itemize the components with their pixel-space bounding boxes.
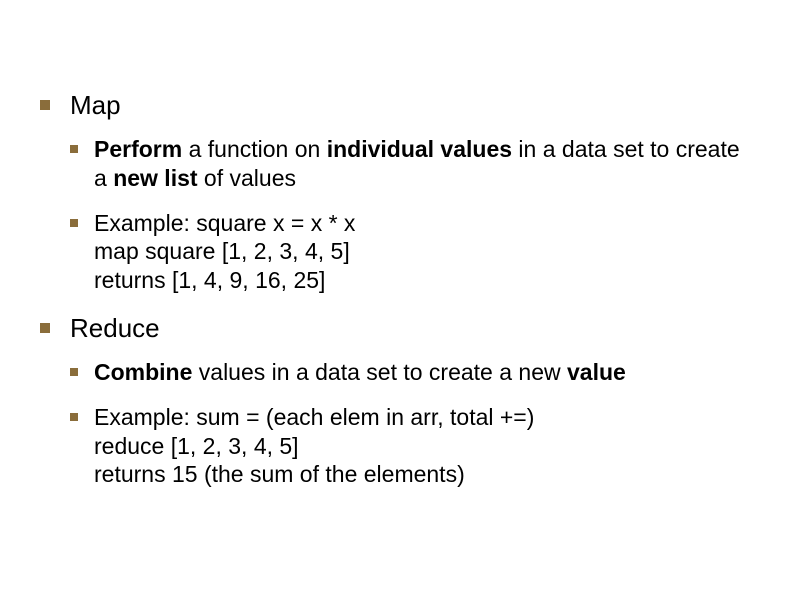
text-run: reduce [1, 2, 3, 4, 5] (94, 433, 299, 459)
square-bullet-icon (40, 100, 50, 110)
square-bullet-icon (70, 219, 78, 227)
square-bullet-icon (40, 323, 50, 333)
text-run: a function on (182, 136, 327, 162)
square-bullet-icon (70, 368, 78, 376)
square-bullet-icon (70, 145, 78, 153)
list-item: Example: square x = x * xmap square [1, … (70, 209, 754, 295)
section-heading-row: Map (40, 90, 754, 121)
section-heading: Map (70, 90, 121, 121)
section-heading-row: Reduce (40, 313, 754, 344)
bold-run: value (567, 359, 626, 385)
list-item-text: Combine values in a data set to create a… (94, 358, 626, 387)
subitems: Perform a function on individual values … (70, 135, 754, 295)
section: Reduce Combine values in a data set to cr… (40, 313, 754, 489)
list-item-text: Perform a function on individual values … (94, 135, 754, 193)
list-item: Example: sum = (each elem in arr, total … (70, 403, 754, 489)
text-run: returns 15 (the sum of the elements) (94, 461, 465, 487)
list-item: Perform a function on individual values … (70, 135, 754, 193)
text-run: returns [1, 4, 9, 16, 25] (94, 267, 325, 293)
section-heading: Reduce (70, 313, 160, 344)
slide-content: Map Perform a function on individual valu… (40, 90, 754, 489)
text-run: Example: sum = (each elem in arr, total … (94, 404, 534, 430)
text-run: map square [1, 2, 3, 4, 5] (94, 238, 350, 264)
list-item-text: Example: sum = (each elem in arr, total … (94, 403, 534, 489)
text-run: values in a data set to create a new (192, 359, 567, 385)
bold-run: new list (113, 165, 197, 191)
bold-run: individual values (327, 136, 512, 162)
text-run: Example: square x = x * x (94, 210, 355, 236)
list-item: Combine values in a data set to create a… (70, 358, 754, 387)
text-run: of values (198, 165, 296, 191)
square-bullet-icon (70, 413, 78, 421)
subitems: Combine values in a data set to create a… (70, 358, 754, 489)
bold-run: Combine (94, 359, 192, 385)
section: Map Perform a function on individual valu… (40, 90, 754, 295)
list-item-text: Example: square x = x * xmap square [1, … (94, 209, 355, 295)
bold-run: Perform (94, 136, 182, 162)
